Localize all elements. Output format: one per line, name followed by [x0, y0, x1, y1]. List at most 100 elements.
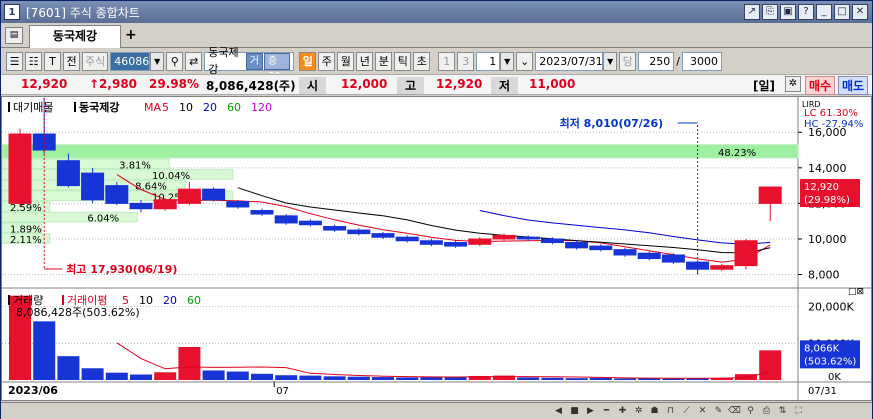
layout-icon[interactable]: ▣	[780, 4, 796, 20]
chart-settings-icon[interactable]: ▤	[5, 27, 23, 44]
total-count-input[interactable]: 3000	[681, 51, 722, 71]
candle	[250, 210, 274, 215]
status-bar: ◀ ■ ▶ ━ ✚ ✲ ☗ ⊓ ⟋ ✕ ✎ ⌫ ⚲ ⎙ ⇅ ⛶	[1, 402, 872, 419]
settings-gear-icon[interactable]: ✲	[785, 76, 801, 92]
candle	[129, 202, 153, 210]
legend-queue: 대기매물	[13, 101, 53, 114]
magnet-icon[interactable]: ⊓	[663, 404, 678, 418]
buy-button[interactable]: 매수	[805, 76, 836, 95]
trade-volume: 8,086,428(주)	[206, 79, 296, 93]
candle	[298, 220, 322, 226]
price-tick-label: 8,000	[808, 269, 840, 282]
search-icon[interactable]: ⚲	[166, 51, 184, 71]
badge-geo: 거	[245, 52, 263, 70]
erase-icon[interactable]: ⌫	[727, 404, 742, 418]
candle	[419, 240, 443, 245]
help-icon[interactable]: ?	[798, 4, 814, 20]
interval-3-button[interactable]: 3	[457, 51, 475, 71]
date-combo: 2023/07/31 ▼	[535, 51, 618, 71]
period-minute-button[interactable]: 분	[375, 51, 393, 71]
candle	[202, 188, 226, 201]
legend-ma-period: 60	[227, 101, 241, 114]
candle	[81, 172, 105, 201]
legend-ma-period: 20	[203, 101, 217, 114]
fullscreen-icon[interactable]: ⛶	[791, 404, 806, 418]
adjust-icon[interactable]: ⇅	[775, 404, 790, 418]
volume-bar	[33, 321, 56, 380]
cross-icon[interactable]: ✕	[695, 404, 710, 418]
chevron-down-icon[interactable]: ▼	[603, 51, 618, 71]
volume-bar	[347, 376, 370, 380]
candle	[347, 229, 371, 235]
tab-stock[interactable]: 동국제강	[29, 25, 121, 48]
candle	[444, 242, 468, 247]
trendline-icon[interactable]: ⟋	[679, 404, 694, 418]
stock-type-button[interactable]: 주식	[82, 51, 109, 71]
grid-view-icon[interactable]: ☷	[25, 51, 42, 71]
chevron-down-icon[interactable]: ⌄	[516, 51, 534, 71]
chevron-down-icon[interactable]: ▼	[500, 51, 515, 71]
chevron-down-icon[interactable]: ▼	[150, 51, 165, 71]
chart-area[interactable]: 16,00014,00012,00010,0008,00020,000K10,0…	[1, 96, 872, 401]
open-label: 시	[299, 77, 327, 94]
stock-code-input[interactable]: 460860	[110, 51, 156, 71]
queue-band	[1, 144, 799, 159]
candle	[274, 215, 298, 224]
volume-bar	[565, 378, 588, 380]
zoom-in-icon[interactable]: ✚	[615, 404, 630, 418]
last-price-label: 12,920	[804, 182, 839, 193]
swap-icon[interactable]: ⇄	[185, 51, 203, 71]
candle	[371, 233, 395, 238]
text-tool-button[interactable]: T	[44, 51, 61, 71]
price-tick-label: 10,000	[808, 233, 847, 246]
copy-icon[interactable]: ⎘	[762, 4, 778, 20]
legend-marker	[74, 102, 76, 112]
interval-1-button[interactable]: 1	[438, 51, 456, 71]
period-year-button[interactable]: 년	[356, 51, 374, 71]
scroll-right-icon[interactable]: ▶	[583, 404, 598, 418]
list-view-icon[interactable]: ☰	[6, 51, 23, 71]
sell-button[interactable]: 매도	[838, 76, 869, 95]
volume-bar	[541, 377, 564, 380]
current-button[interactable]: 당	[619, 51, 637, 71]
all-button[interactable]: 전	[63, 51, 80, 71]
volume-bar	[130, 374, 152, 380]
volume-bar	[251, 373, 273, 380]
settings-icon[interactable]: ✲	[631, 404, 646, 418]
candle	[226, 201, 250, 208]
zoom-icon[interactable]: ⚲	[743, 404, 758, 418]
legend-marker	[62, 295, 64, 305]
price-volume-chart[interactable]: 16,00014,00012,00010,0008,00020,000K10,0…	[1, 97, 871, 400]
minimize-button[interactable]: _	[816, 4, 832, 20]
volume-bar	[589, 377, 612, 380]
queue-band-label: 48.23%	[718, 148, 756, 159]
maximize-button[interactable]: □	[834, 4, 850, 20]
draw-icon[interactable]: ✎	[711, 404, 726, 418]
zoom-out-icon[interactable]: ━	[599, 404, 614, 418]
period-day-button[interactable]: 일	[299, 51, 317, 71]
low-price: 11,000	[529, 77, 576, 91]
stock-name-field[interactable]: 동국제강 거 증30	[204, 46, 295, 82]
volume-bar	[202, 370, 225, 380]
popout-icon[interactable]: ↗	[744, 4, 760, 20]
period-indicator: [일]	[753, 79, 776, 93]
scroll-left-icon[interactable]: ◀	[551, 404, 566, 418]
period-tick-button[interactable]: 틱	[394, 51, 412, 71]
print-icon[interactable]: ⎙	[759, 404, 774, 418]
date-input[interactable]: 2023/07/31	[535, 51, 604, 71]
indicator-icon[interactable]: ☗	[647, 404, 662, 418]
close-button[interactable]: ✕	[852, 4, 868, 20]
window-buttons: ↗ ⎘ ▣ ? _ □ ✕	[744, 4, 868, 20]
candle	[468, 238, 492, 245]
title-bar: 1 [7601] 주식 종합차트 ↗ ⎘ ▣ ? _ □ ✕	[1, 1, 872, 23]
period-month-button[interactable]: 월	[337, 51, 355, 71]
unit-input[interactable]: 1	[476, 51, 501, 71]
period-week-button[interactable]: 주	[318, 51, 336, 71]
period-second-button[interactable]: 초	[413, 51, 431, 71]
queue-band-label: 2.11%	[10, 235, 42, 246]
volume-bar	[178, 347, 201, 380]
display-count-input[interactable]: 250	[638, 51, 675, 71]
stop-icon[interactable]: ■	[567, 404, 582, 418]
add-tab-button[interactable]: +	[125, 27, 137, 43]
volume-tick-label: 20,000K	[808, 301, 854, 314]
